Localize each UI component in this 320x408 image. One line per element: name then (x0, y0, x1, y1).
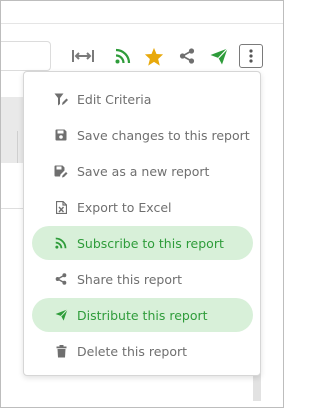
excel-icon (54, 200, 68, 214)
menu-item-subscribe[interactable]: Subscribe to this report (32, 226, 253, 260)
send-icon (210, 47, 228, 64)
menu-item-label: Edit Criteria (77, 91, 152, 107)
save-as-icon (54, 164, 68, 178)
menu-item-label: Save as a new report (77, 163, 210, 179)
report-options-menu: Edit Criteria Save changes to this repor… (23, 71, 261, 376)
subscribe-button[interactable] (109, 42, 137, 70)
menu-item-label: Share this report (77, 271, 183, 287)
star-icon (144, 47, 164, 66)
expand-horizontal-button[interactable] (69, 42, 97, 70)
share-button[interactable] (173, 42, 201, 70)
trash-icon (54, 344, 68, 358)
more-options-button[interactable] (239, 44, 263, 68)
table-row-divider (1, 208, 25, 209)
save-icon (54, 128, 68, 142)
menu-item-label: Distribute this report (77, 307, 208, 323)
menu-item-edit-criteria[interactable]: Edit Criteria (32, 82, 253, 116)
menu-item-label: Export to Excel (77, 199, 172, 215)
menu-item-share[interactable]: Share this report (32, 262, 253, 296)
header-divider (1, 23, 283, 24)
rss-icon (54, 236, 68, 250)
filter-edit-icon (54, 92, 68, 106)
menu-item-export-excel[interactable]: Export to Excel (32, 190, 253, 224)
distribute-button[interactable] (205, 42, 233, 70)
search-input[interactable] (1, 41, 51, 71)
more-vertical-icon (249, 49, 253, 63)
favorite-button[interactable] (140, 42, 168, 70)
rss-icon (115, 48, 131, 64)
expand-horizontal-icon (72, 50, 94, 62)
menu-item-save-changes[interactable]: Save changes to this report (32, 118, 253, 152)
menu-item-label: Subscribe to this report (77, 235, 224, 251)
scrollbar[interactable] (253, 373, 261, 401)
menu-item-label: Save changes to this report (77, 127, 250, 143)
share-icon (54, 272, 68, 286)
menu-item-delete[interactable]: Delete this report (32, 334, 253, 368)
menu-item-label: Delete this report (77, 343, 188, 359)
app-window: Edit Criteria Save changes to this repor… (0, 0, 284, 408)
menu-item-save-as-new[interactable]: Save as a new report (32, 154, 253, 188)
share-icon (179, 48, 195, 64)
menu-item-distribute[interactable]: Distribute this report (32, 298, 253, 332)
send-icon (54, 308, 68, 322)
